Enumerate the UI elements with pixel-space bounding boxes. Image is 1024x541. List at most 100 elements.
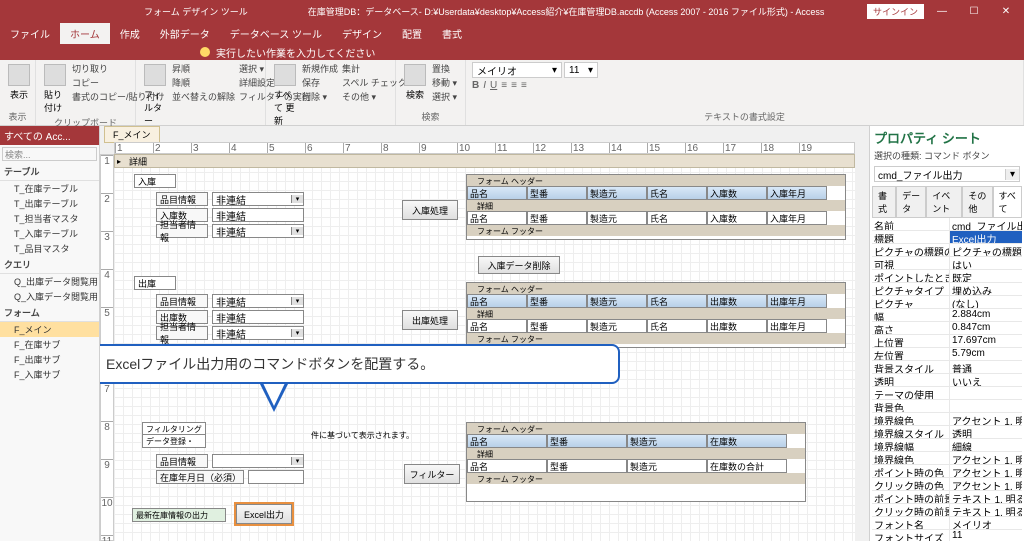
prop-row[interactable]: 幅2.884cm [872, 309, 1022, 322]
refresh-button[interactable]: すべて 更新 [272, 62, 298, 129]
nav-item[interactable]: T_在庫テーブル [0, 181, 99, 196]
ribbon-item[interactable]: 並べ替えの解除 [172, 90, 235, 103]
prop-row[interactable]: ポイント時の前景色テキスト 1, 明るめ 25% [872, 491, 1022, 504]
nav-item[interactable]: Q_出庫データ閲覧用 [0, 274, 99, 289]
nav-head[interactable]: すべての Acc... [0, 126, 99, 145]
ribbon-item[interactable]: 昇順 [172, 62, 235, 75]
combo-staff-out[interactable]: 非連結▾ [212, 326, 304, 340]
prop-row[interactable]: 境界線色アクセント 1, 明るめ 4 [872, 452, 1022, 465]
prop-row[interactable]: 境界線スタイル透明 [872, 426, 1022, 439]
nav-item[interactable]: T_担当者マスタ [0, 211, 99, 226]
align-center-button[interactable]: ≡ [511, 80, 517, 91]
italic-button[interactable]: I [483, 80, 486, 91]
prop-tab[interactable]: すべて [993, 186, 1022, 217]
ribbon-item[interactable]: 削除 ▾ [302, 90, 338, 103]
ribbon-item[interactable]: 置換 [432, 62, 457, 75]
paste-button[interactable]: 貼り付け [42, 62, 68, 116]
nav-item[interactable]: T_入庫テーブル [0, 226, 99, 241]
nav-item[interactable]: F_出庫サブ [0, 352, 99, 367]
prop-row[interactable]: クリック時の色アクセント 1, 明るめ 25% [872, 478, 1022, 491]
detail-section-header[interactable]: 詳細 [114, 154, 855, 168]
nav-search[interactable]: 検索... [2, 147, 97, 161]
ribbon-item[interactable]: 新規作成 [302, 62, 338, 75]
fontsize-select[interactable]: 11▾ [564, 62, 598, 78]
prop-row[interactable]: 左位置5.79cm [872, 348, 1022, 361]
find-button[interactable]: 検索 [402, 62, 428, 103]
prop-row[interactable]: 透明いいえ [872, 374, 1022, 387]
nav-item[interactable]: F_メイン [0, 322, 99, 337]
view-button[interactable]: 表示 [6, 62, 32, 103]
prop-row[interactable]: フォント名メイリオ [872, 517, 1022, 530]
nav-group[interactable]: クエリ [0, 256, 99, 274]
prop-row[interactable]: 可視はい [872, 257, 1022, 270]
prop-row[interactable]: クリック時の前景色テキスト 1, 明るめ 25% [872, 504, 1022, 517]
combo-item-in[interactable]: 非連結▾ [212, 192, 304, 206]
prop-tab[interactable]: データ [896, 186, 926, 217]
subform-inbound[interactable]: フォーム ヘッダー 品名型番製造元氏名入庫数入庫年月 詳細 品名型番製造元氏名入… [466, 174, 846, 240]
tab-5[interactable]: デザイン [332, 23, 392, 44]
prop-row[interactable]: テーマの使用 [872, 387, 1022, 400]
prop-row[interactable]: 標題Excel出力 [872, 231, 1022, 244]
prop-row[interactable]: 境界線色アクセント 1, 明るめ 4 [872, 413, 1022, 426]
ribbon-item[interactable]: 降順 [172, 76, 235, 89]
combo-item-out[interactable]: 非連結▾ [212, 294, 304, 308]
nav-item[interactable]: T_品目マスタ [0, 241, 99, 256]
align-right-button[interactable]: ≡ [521, 80, 527, 91]
tab-4[interactable]: データベース ツール [220, 23, 332, 44]
nav-group[interactable]: フォーム [0, 304, 99, 322]
close-button[interactable]: ✕ [992, 6, 1020, 17]
combo-item-f[interactable]: ▾ [212, 454, 304, 468]
nav-group[interactable]: テーブル [0, 163, 99, 181]
bold-button[interactable]: B [472, 80, 479, 91]
tab-7[interactable]: 書式 [432, 23, 472, 44]
prop-row[interactable]: 境界線幅細線 [872, 439, 1022, 452]
underline-button[interactable]: U [490, 80, 497, 91]
nav-item[interactable]: T_出庫テーブル [0, 196, 99, 211]
subform-stock[interactable]: フォーム ヘッダー 品名型番製造元在庫数 詳細 品名型番製造元在庫数の合計 フォ… [466, 422, 806, 502]
field-qty-out[interactable]: 非連結 [212, 310, 304, 324]
prop-row[interactable]: 上位置17.697cm [872, 335, 1022, 348]
tab-1[interactable]: ホーム [60, 23, 110, 44]
prop-selector[interactable]: cmd_ファイル出力▾ [874, 166, 1020, 182]
prop-row[interactable]: 高さ0.847cm [872, 322, 1022, 335]
prop-row[interactable]: ピクチャ(なし) [872, 296, 1022, 309]
btn-outbound-proc[interactable]: 出庫処理 [402, 310, 458, 330]
maximize-button[interactable]: ☐ [960, 6, 988, 17]
tellme-bar[interactable]: 実行したい作業を入力してください [0, 44, 1024, 60]
ribbon-item[interactable]: 保存 [302, 76, 338, 89]
field-qty-in[interactable]: 非連結 [212, 208, 304, 222]
btn-excel-output[interactable]: Excel出力 [236, 504, 292, 524]
ribbon-item[interactable]: 選択 ▾ [432, 90, 457, 103]
prop-row[interactable]: ポイントしたときのカーソル既定 [872, 270, 1022, 283]
nav-item[interactable]: F_在庫サブ [0, 337, 99, 352]
ribbon-item[interactable]: 移動 ▾ [432, 76, 457, 89]
signin-button[interactable]: サインイン [867, 4, 924, 19]
tab-0[interactable]: ファイル [0, 23, 60, 44]
prop-tab[interactable]: イベント [926, 186, 962, 217]
btn-inbound-proc[interactable]: 入庫処理 [402, 200, 458, 220]
font-select[interactable]: メイリオ▾ [472, 62, 562, 78]
btn-inbound-del[interactable]: 入庫データ削除 [478, 256, 560, 274]
nav-item[interactable]: F_入庫サブ [0, 367, 99, 382]
prop-tab[interactable]: 書式 [872, 186, 896, 217]
prop-row[interactable]: ピクチャタイプ埋め込み [872, 283, 1022, 296]
prop-row[interactable]: ピクチャの標題の配置ピクチャの標題なし [872, 244, 1022, 257]
prop-row[interactable]: 名前cmd_ファイル出力 [872, 218, 1022, 231]
btn-filter[interactable]: フィルター [404, 464, 460, 484]
subform-outbound[interactable]: フォーム ヘッダー 品名型番製造元氏名出庫数出庫年月 詳細 品名型番製造元氏名出… [466, 282, 846, 348]
tab-2[interactable]: 作成 [110, 23, 150, 44]
prop-row[interactable]: 背景色 [872, 400, 1022, 413]
combo-staff-in[interactable]: 非連結▾ [212, 224, 304, 238]
field-date-f[interactable] [248, 470, 304, 484]
tab-6[interactable]: 配置 [392, 23, 432, 44]
filter-button[interactable]: フィルター [142, 62, 168, 129]
prop-row[interactable]: ポイント時の色アクセント 1, 明るめ 4 [872, 465, 1022, 478]
prop-tab[interactable]: その他 [962, 186, 992, 217]
align-left-button[interactable]: ≡ [501, 80, 507, 91]
minimize-button[interactable]: — [928, 6, 956, 17]
prop-row[interactable]: 背景スタイル普通 [872, 361, 1022, 374]
form-tab[interactable]: F_メイン [104, 126, 160, 143]
prop-row[interactable]: フォントサイズ11 [872, 530, 1022, 541]
tab-3[interactable]: 外部データ [150, 23, 220, 44]
nav-item[interactable]: Q_入庫データ閲覧用 [0, 289, 99, 304]
